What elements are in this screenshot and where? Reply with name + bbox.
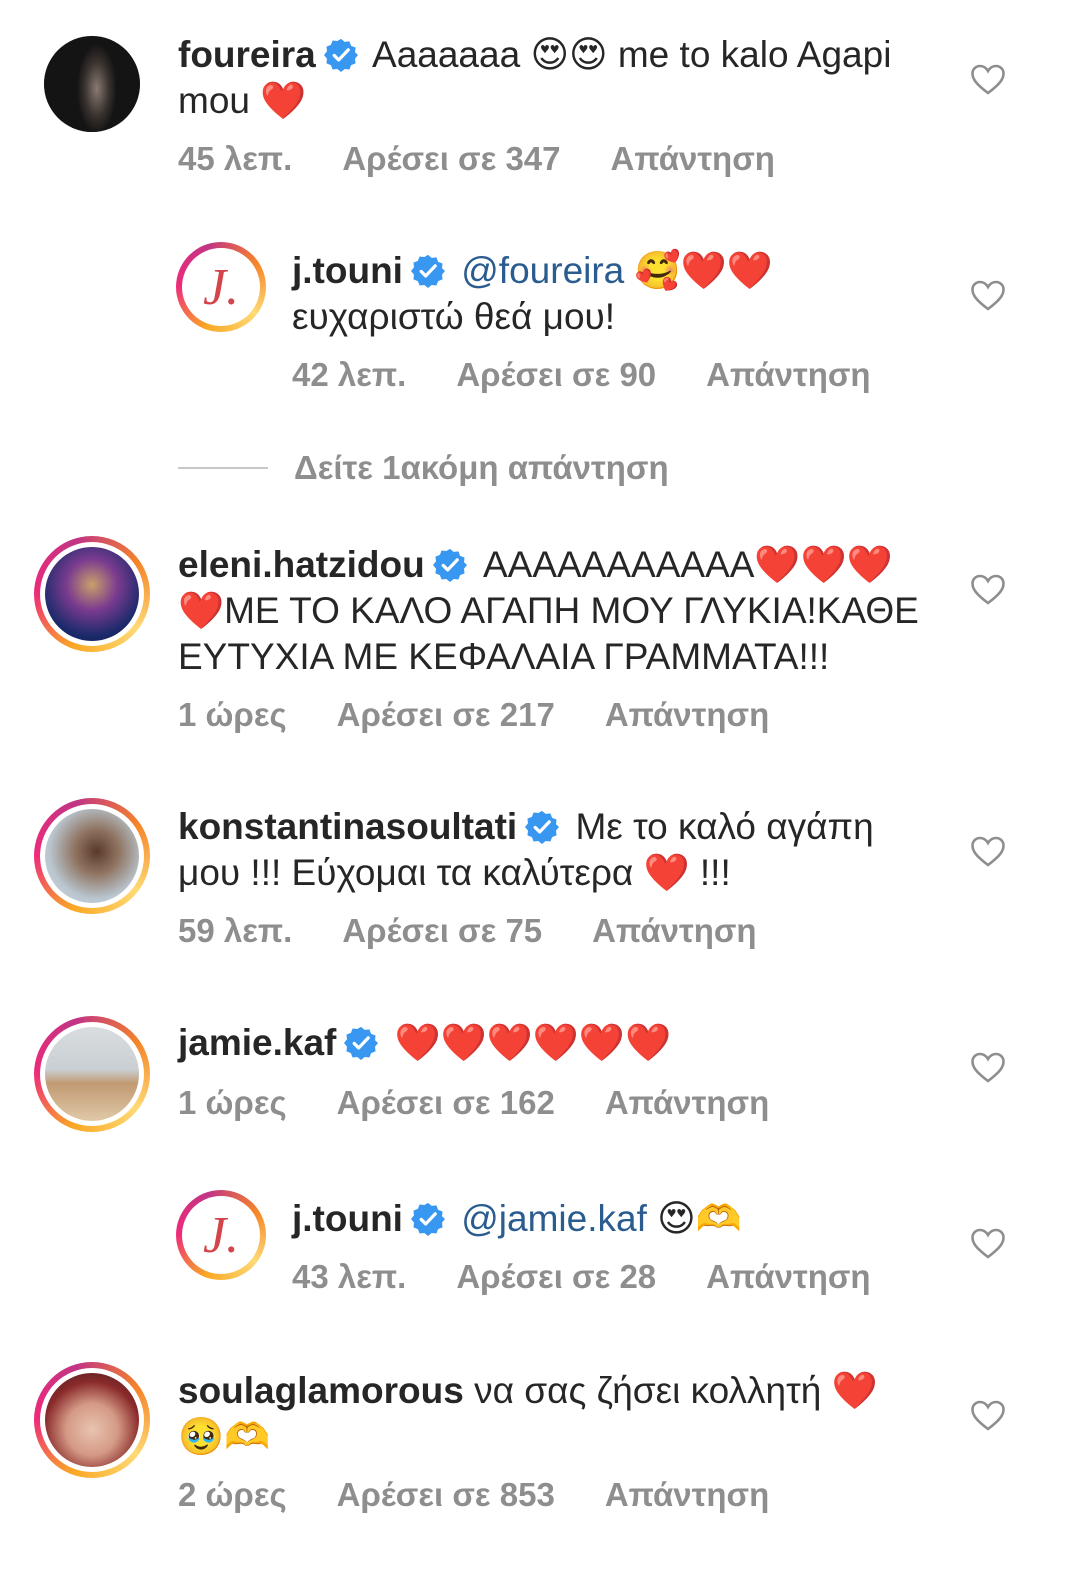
comment-text: ❤️❤️❤️❤️❤️❤️: [394, 1022, 672, 1063]
like-heart-icon[interactable]: [970, 1228, 1006, 1260]
avatar[interactable]: [44, 36, 140, 132]
mention-link[interactable]: @foureira: [461, 250, 624, 291]
verified-badge-icon: [433, 548, 467, 582]
reply-button[interactable]: Απάντηση: [706, 356, 870, 393]
reply-button[interactable]: Απάντηση: [611, 140, 775, 177]
j-logo: J.: [187, 1201, 255, 1269]
view-more-replies[interactable]: Δείτε 1ακόμη απάντηση: [178, 448, 669, 488]
username[interactable]: foureira: [178, 34, 316, 75]
likes-count[interactable]: Αρέσει σε 28: [456, 1258, 656, 1295]
comment-time: 42 λεπ.: [292, 356, 407, 393]
j-logo: J.: [187, 253, 255, 321]
avatar[interactable]: [34, 1016, 150, 1132]
verified-badge-icon: [324, 38, 358, 72]
comment-time: 1 ώρες: [178, 696, 287, 733]
username[interactable]: soulaglamorous: [178, 1370, 464, 1411]
reply-button[interactable]: Απάντηση: [605, 696, 769, 733]
like-heart-icon[interactable]: [970, 280, 1006, 312]
likes-count[interactable]: Αρέσει σε 217: [337, 696, 555, 733]
likes-count[interactable]: Αρέσει σε 75: [342, 912, 542, 949]
like-heart-icon[interactable]: [970, 1052, 1006, 1084]
verified-badge-icon: [411, 1202, 445, 1236]
avatar[interactable]: [34, 536, 150, 652]
username[interactable]: konstantinasoultati: [178, 806, 517, 847]
like-heart-icon[interactable]: [970, 1400, 1006, 1432]
comment-text: 🥰❤️❤️: [634, 250, 773, 291]
likes-count[interactable]: Αρέσει σε 853: [337, 1476, 555, 1513]
username[interactable]: jamie.kaf: [178, 1022, 336, 1063]
likes-count[interactable]: Αρέσει σε 347: [342, 140, 560, 177]
mention-link[interactable]: @jamie.kaf: [461, 1198, 647, 1239]
comment-time: 1 ώρες: [178, 1084, 287, 1121]
likes-count[interactable]: Αρέσει σε 162: [337, 1084, 555, 1121]
avatar[interactable]: [34, 798, 150, 914]
like-heart-icon[interactable]: [970, 64, 1006, 96]
comment-time: 43 λεπ.: [292, 1258, 407, 1295]
avatar[interactable]: [34, 1362, 150, 1478]
comment-text-line2: ευχαριστώ θεά μου!: [292, 296, 616, 337]
verified-badge-icon: [525, 810, 559, 844]
reply-button[interactable]: Απάντηση: [605, 1476, 769, 1513]
verified-badge-icon: [411, 254, 445, 288]
reply-button[interactable]: Απάντηση: [592, 912, 756, 949]
avatar[interactable]: J.: [176, 1190, 266, 1280]
username[interactable]: j.touni: [292, 250, 403, 291]
avatar[interactable]: J.: [176, 242, 266, 332]
comment-time: 2 ώρες: [178, 1476, 287, 1513]
divider: [178, 467, 268, 469]
view-more-replies-label[interactable]: Δείτε 1ακόμη απάντηση: [294, 449, 669, 487]
comment-time: 45 λεπ.: [178, 140, 293, 177]
username[interactable]: j.touni: [292, 1198, 403, 1239]
comment-time: 59 λεπ.: [178, 912, 293, 949]
verified-badge-icon: [344, 1026, 378, 1060]
reply-button[interactable]: Απάντηση: [706, 1258, 870, 1295]
likes-count[interactable]: Αρέσει σε 90: [456, 356, 656, 393]
comment-text: 😍🫶: [657, 1198, 742, 1239]
username[interactable]: eleni.hatzidou: [178, 544, 425, 585]
like-heart-icon[interactable]: [970, 574, 1006, 606]
reply-button[interactable]: Απάντηση: [605, 1084, 769, 1121]
like-heart-icon[interactable]: [970, 836, 1006, 868]
